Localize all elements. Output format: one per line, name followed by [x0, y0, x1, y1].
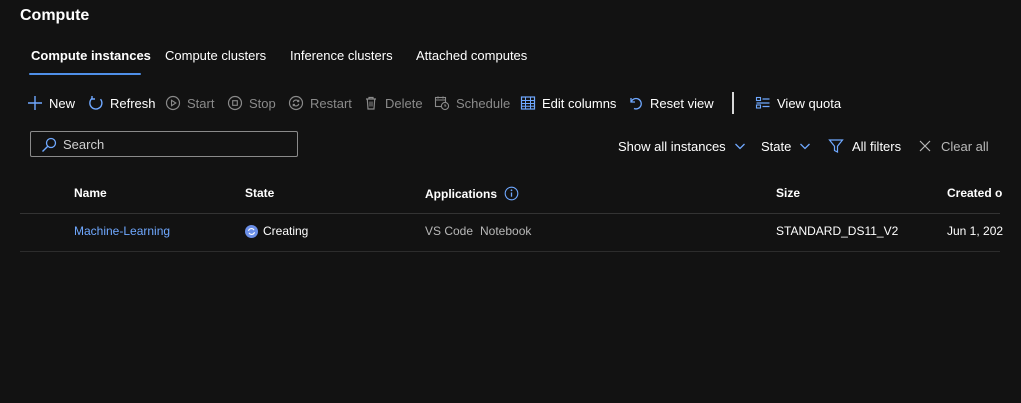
chevron-down-icon — [799, 140, 811, 152]
stop-label: Stop — [249, 95, 276, 111]
state-cell: Creating — [245, 224, 308, 238]
clear-all-label: Clear all — [941, 138, 989, 154]
show-all-instances-dropdown[interactable]: Show all instances — [618, 136, 746, 156]
tab-inference-clusters[interactable]: Inference clusters — [290, 48, 393, 63]
creating-status-icon — [245, 224, 258, 238]
calendar-clock-icon — [434, 95, 450, 111]
column-header-applications-label: Applications — [425, 186, 498, 201]
table-columns-icon — [520, 95, 536, 111]
reset-view-label: Reset view — [650, 95, 714, 111]
view-quota-button[interactable]: View quota — [755, 92, 841, 114]
refresh-label: Refresh — [110, 95, 156, 111]
play-circle-icon — [165, 95, 181, 111]
all-filters-button[interactable]: All filters — [828, 136, 901, 156]
created-cell: Jun 1, 202 — [947, 224, 1004, 238]
stop-button[interactable]: Stop — [227, 92, 276, 114]
compute-page: Compute Compute instances Compute cluste… — [0, 0, 1021, 403]
column-header-size[interactable]: Size — [776, 186, 800, 200]
edit-columns-button[interactable]: Edit columns — [520, 92, 616, 114]
info-icon[interactable] — [504, 186, 519, 201]
instance-name-link[interactable]: Machine-Learning — [74, 224, 170, 238]
column-header-name[interactable]: Name — [74, 186, 107, 200]
show-all-instances-label: Show all instances — [618, 138, 726, 154]
filter-funnel-icon — [828, 138, 844, 154]
chevron-down-icon — [734, 140, 746, 152]
state-label: Creating — [263, 224, 309, 238]
tab-attached-computes[interactable]: Attached computes — [416, 48, 527, 63]
schedule-label: Schedule — [456, 95, 511, 111]
plus-icon — [27, 95, 43, 111]
tab-compute-instances[interactable]: Compute instances — [31, 48, 151, 63]
edit-columns-label: Edit columns — [542, 95, 617, 111]
column-header-created[interactable]: Created o — [947, 186, 1002, 200]
reset-view-button[interactable]: Reset view — [628, 92, 714, 114]
close-icon — [917, 138, 933, 154]
command-bar: New Refresh Start Stop Restart Delete Sc… — [20, 92, 1010, 116]
filter-bar: Show all instances State All filters Cle… — [0, 136, 1021, 156]
refresh-icon — [88, 95, 104, 111]
new-button[interactable]: New — [27, 92, 75, 114]
column-header-state[interactable]: State — [245, 186, 274, 200]
new-label: New — [49, 95, 76, 111]
state-filter-label: State — [761, 138, 792, 154]
clear-all-button[interactable]: Clear all — [917, 136, 989, 156]
page-title: Compute — [20, 7, 90, 24]
tab-compute-clusters[interactable]: Compute clusters — [165, 48, 266, 63]
row-divider — [20, 251, 1000, 252]
table-row[interactable]: Machine-Learning Creating VS Code Notebo… — [20, 214, 1004, 252]
state-filter-dropdown[interactable]: State — [761, 136, 811, 156]
restart-label: Restart — [310, 95, 352, 111]
delete-button[interactable]: Delete — [363, 92, 423, 114]
trash-icon — [363, 95, 379, 111]
start-label: Start — [187, 95, 215, 111]
undo-icon — [628, 95, 644, 111]
all-filters-label: All filters — [852, 138, 902, 154]
restart-button[interactable]: Restart — [288, 92, 352, 114]
refresh-button[interactable]: Refresh — [88, 92, 156, 114]
stop-circle-icon — [227, 95, 243, 111]
toolbar-divider — [732, 92, 734, 114]
column-header-applications[interactable]: Applications — [425, 186, 519, 201]
size-cell: STANDARD_DS11_V2 — [776, 224, 899, 238]
app-notebook-link[interactable]: Notebook — [480, 224, 531, 238]
delete-label: Delete — [385, 95, 423, 111]
active-tab-indicator — [29, 73, 141, 75]
app-vscode-link[interactable]: VS Code — [425, 224, 473, 238]
restart-icon — [288, 95, 304, 111]
start-button[interactable]: Start — [165, 92, 214, 114]
schedule-button[interactable]: Schedule — [434, 92, 510, 114]
view-quota-label: View quota — [777, 95, 842, 111]
list-bars-icon — [755, 95, 771, 111]
